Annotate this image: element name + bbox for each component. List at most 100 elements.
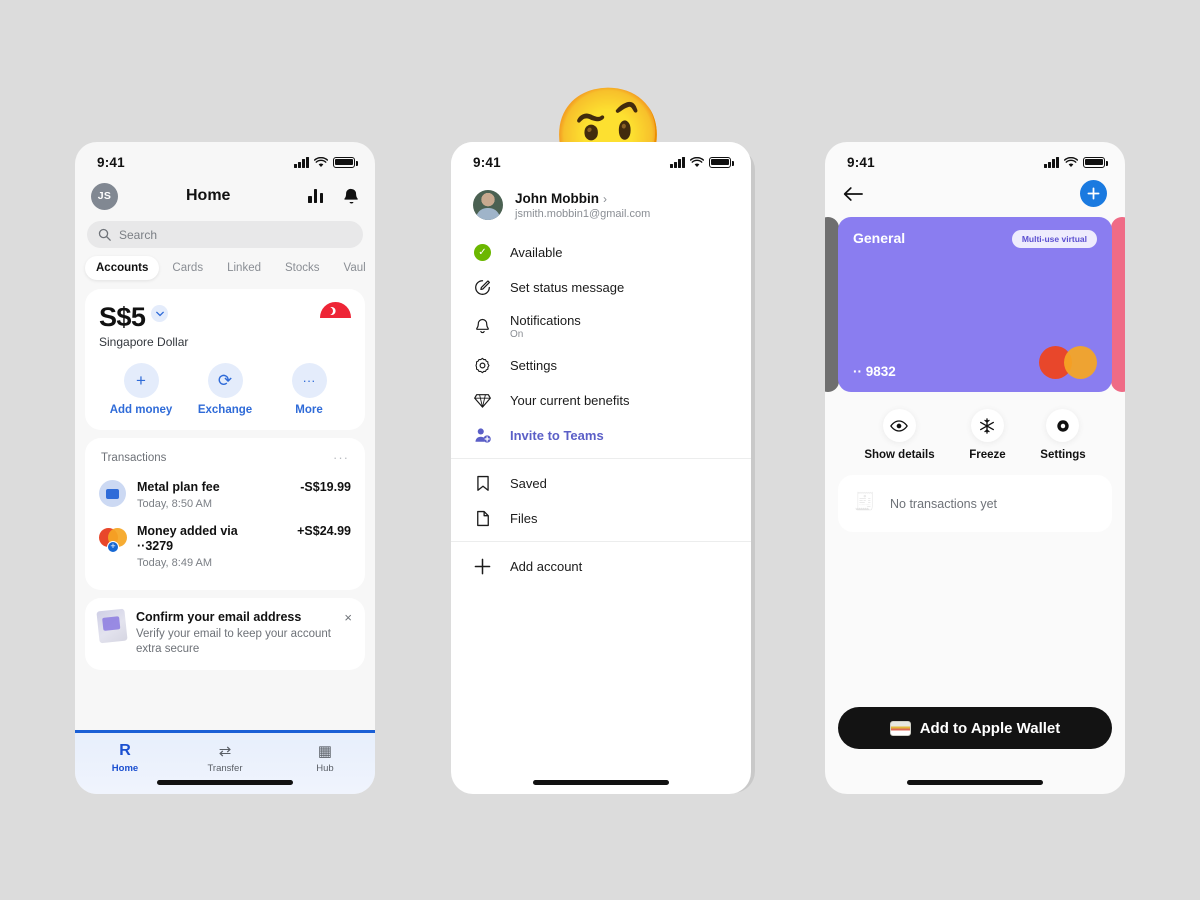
card-carousel[interactable]: General Multi-use virtual ·· 9832 [825, 217, 1125, 392]
action-label: Show details [864, 449, 935, 461]
status-bar: 9:41 [75, 142, 375, 176]
transaction-card-number: ··3279 [137, 539, 174, 554]
back-arrow-icon[interactable] [843, 186, 863, 202]
edit-circle-icon [473, 278, 492, 297]
add-card-button[interactable] [1080, 180, 1107, 207]
tab-stocks[interactable]: Stocks [274, 256, 331, 280]
menu-item-files[interactable]: Files [451, 501, 751, 536]
transaction-amount: +S$24.99 [297, 523, 351, 538]
wifi-icon [314, 156, 328, 167]
close-icon[interactable]: × [344, 610, 352, 625]
menu-item-add-account[interactable]: Add account [451, 549, 751, 584]
chevron-down-icon[interactable] [151, 305, 169, 322]
transaction-amount: -S$19.99 [300, 480, 351, 494]
revolut-logo-icon: R [119, 741, 131, 759]
menu-item-invite-to-teams[interactable]: Invite to Teams [451, 418, 751, 453]
menu-item-benefits[interactable]: Your current benefits [451, 383, 751, 418]
status-badge: Multi-use virtual [1011, 230, 1097, 248]
action-settings[interactable]: Settings [1040, 409, 1086, 461]
virtual-card[interactable]: General Multi-use virtual ·· 9832 [838, 217, 1112, 392]
tab-label: Home [111, 763, 139, 774]
chevron-right-icon: › [602, 191, 607, 206]
page-title: Home [186, 187, 231, 204]
signal-icon [670, 156, 685, 168]
bell-icon [473, 317, 492, 336]
plus-icon: + [123, 363, 159, 398]
bar-chart-icon[interactable] [308, 189, 323, 203]
bell-icon[interactable] [344, 188, 359, 205]
action-more[interactable]: ··· More [267, 363, 350, 416]
menu-item-set-status[interactable]: Set status message [451, 270, 751, 305]
banner-title: Confirm your email address [136, 609, 302, 624]
status-time: 9:41 [847, 154, 875, 170]
envelope-icon [96, 608, 128, 644]
app-header: JS Home [75, 176, 375, 216]
tab-transfer[interactable]: ⇄ Transfer [175, 742, 275, 775]
card-edge-previous[interactable] [825, 217, 839, 392]
menu-item-label: Files [510, 511, 538, 526]
home-indicator [907, 780, 1043, 785]
tab-linked[interactable]: Linked [216, 256, 272, 280]
tab-home[interactable]: R Home [75, 741, 175, 775]
phone-menu-screen: 9:41 John Mobbin › jsmith.mobbin1@gmail.c… [451, 142, 751, 794]
battery-icon [333, 156, 358, 168]
mastercard-icon: + [99, 524, 127, 553]
menu-group-accounts: Add account [451, 541, 751, 589]
action-freeze[interactable]: Freeze [969, 409, 1006, 461]
transactions-more-icon[interactable]: ··· [333, 450, 349, 465]
action-add-money[interactable]: + Add money [99, 363, 182, 416]
table-row[interactable]: Metal plan fee -S$19.99 Today, 8:50 AM [99, 473, 351, 517]
balance-amount: S$5 [99, 302, 146, 332]
action-label: Add money [109, 404, 173, 416]
transaction-date: Today, 8:49 AM [137, 556, 213, 569]
user-profile-row[interactable]: John Mobbin › jsmith.mobbin1@gmail.com [451, 176, 751, 233]
status-time: 9:41 [97, 154, 125, 170]
battery-icon [1083, 156, 1108, 168]
account-card: S$5 Singapore Dollar + Add money ⟳ Excha… [85, 289, 365, 430]
wifi-icon [1064, 156, 1078, 167]
menu-item-available[interactable]: ✓ Available [451, 235, 751, 270]
action-exchange[interactable]: ⟳ Exchange [183, 363, 266, 416]
search-input[interactable]: Search [87, 221, 363, 248]
card-actions: Show details Freeze Settings [825, 392, 1125, 475]
person-add-icon [473, 426, 492, 445]
table-row[interactable]: + Money added via +S$24.99 ··3279 Today,… [99, 517, 351, 576]
tab-accounts[interactable]: Accounts [85, 256, 160, 280]
action-label: Freeze [969, 449, 1006, 461]
status-bar: 9:41 [825, 142, 1125, 176]
tab-vaults[interactable]: Vaul [333, 256, 376, 280]
menu-group-primary: ✓ Available Set status message Notificat… [451, 233, 751, 458]
status-bar: 9:41 [451, 142, 751, 176]
account-tabs: Accounts Cards Linked Stocks Vaul [75, 248, 375, 289]
add-to-apple-wallet-button[interactable]: Add to Apple Wallet [838, 707, 1112, 749]
card-name: General [853, 230, 906, 246]
card-icon [99, 480, 126, 507]
menu-item-label: Available [510, 245, 563, 260]
menu-item-settings[interactable]: Settings [451, 348, 751, 383]
tab-hub[interactable]: ▦ Hub [275, 742, 375, 775]
transfer-icon: ⇄ [218, 742, 232, 760]
email-confirm-banner[interactable]: Confirm your email address × Verify your… [85, 597, 365, 670]
menu-item-notifications[interactable]: Notifications On [451, 305, 751, 348]
home-indicator [157, 780, 293, 785]
mastercard-icon [1039, 346, 1097, 379]
user-email: jsmith.mobbin1@gmail.com [515, 207, 651, 220]
signal-icon [294, 156, 309, 168]
card-header [825, 176, 1125, 217]
menu-item-label: Invite to Teams [510, 428, 604, 443]
avatar [473, 190, 503, 220]
currency-label: Singapore Dollar [99, 335, 189, 349]
menu-item-saved[interactable]: Saved [451, 466, 751, 501]
snowflake-icon [970, 409, 1004, 442]
tab-cards[interactable]: Cards [161, 256, 214, 280]
phone-card-screen: 9:41 General Multi-use virtual ·· 9832 S… [825, 142, 1125, 794]
action-show-details[interactable]: Show details [864, 409, 935, 461]
receipt-icon: 🧾 [854, 492, 876, 511]
card-number: ·· 9832 [853, 364, 896, 379]
card-edge-next[interactable] [1111, 217, 1125, 392]
eye-icon [882, 409, 916, 442]
wallet-button-label: Add to Apple Wallet [919, 719, 1061, 737]
quick-actions: + Add money ⟳ Exchange ··· More [99, 363, 351, 416]
apple-wallet-icon [889, 720, 911, 736]
status-time: 9:41 [473, 154, 501, 170]
